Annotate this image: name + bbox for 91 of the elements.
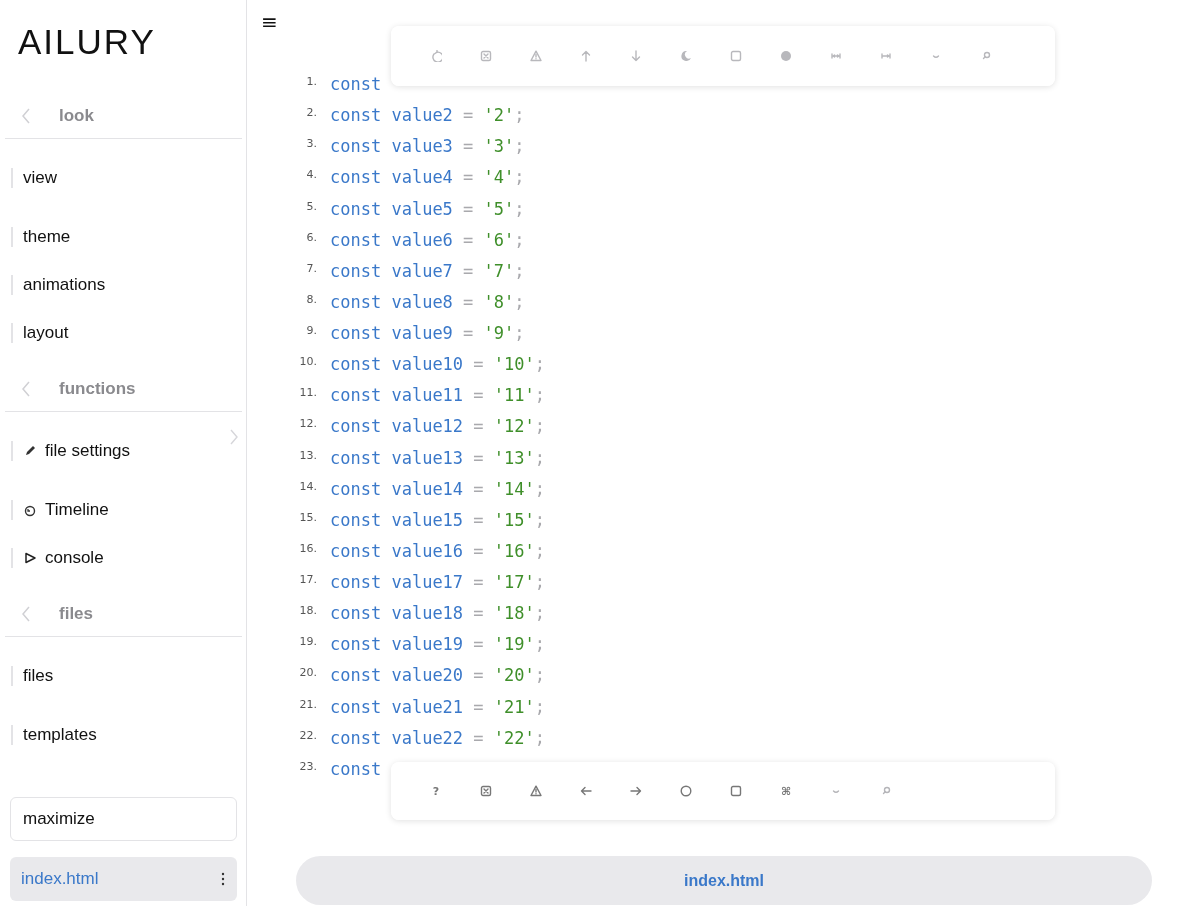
collapse-icon[interactable] bbox=[830, 50, 842, 62]
code-line: const value19 = '19'; bbox=[330, 633, 546, 657]
code-line: const bbox=[330, 757, 382, 781]
file-item[interactable]: index.html bbox=[10, 857, 237, 901]
line-number: 10. bbox=[298, 354, 317, 371]
square-icon[interactable] bbox=[730, 785, 742, 797]
code-line: const value10 = '10'; bbox=[330, 353, 546, 377]
line-number: 8. bbox=[305, 291, 317, 308]
dot-icon[interactable] bbox=[780, 50, 792, 62]
moon-icon[interactable] bbox=[680, 50, 692, 62]
line-number: 21. bbox=[298, 696, 317, 713]
search-icon[interactable] bbox=[880, 785, 892, 797]
arrow-up-icon[interactable] bbox=[580, 50, 592, 62]
code-line: const value18 = '18'; bbox=[330, 602, 546, 626]
warning-icon[interactable] bbox=[530, 785, 542, 797]
line-number: 2. bbox=[305, 105, 317, 122]
code-line: const value16 = '16'; bbox=[330, 539, 546, 563]
sidebar-item[interactable]: layout bbox=[23, 323, 69, 343]
line-number: 14. bbox=[298, 478, 317, 495]
square-icon[interactable] bbox=[730, 50, 742, 62]
sidebar-item[interactable]: animations bbox=[23, 275, 106, 295]
expand-icon[interactable] bbox=[880, 50, 892, 62]
line-number: 18. bbox=[298, 603, 317, 620]
app-title: AILURY bbox=[17, 21, 157, 63]
line-number: 20. bbox=[298, 665, 317, 682]
section-heading: functions bbox=[59, 379, 136, 399]
line-number: 6. bbox=[305, 229, 317, 246]
code-line: const value7 = '7'; bbox=[330, 259, 525, 283]
arrow-left-icon[interactable] bbox=[580, 785, 592, 797]
sidebar-item[interactable]: files bbox=[23, 666, 54, 686]
code-line: const value4 = '4'; bbox=[330, 166, 525, 190]
sidebar-item[interactable]: console bbox=[45, 548, 104, 568]
line-number: 22. bbox=[298, 727, 317, 744]
maximize-button[interactable]: maximize bbox=[10, 797, 237, 841]
close-icon[interactable] bbox=[480, 50, 492, 62]
line-number: 7. bbox=[305, 260, 317, 277]
code-line: const bbox=[330, 73, 382, 96]
play-icon bbox=[23, 551, 37, 565]
code-line: const value20 = '20'; bbox=[330, 664, 546, 688]
code-line: const value8 = '8'; bbox=[330, 290, 525, 314]
sidebar-item[interactable]: view bbox=[23, 168, 57, 188]
sidebar-item[interactable]: templates bbox=[23, 725, 97, 745]
line-number: 3. bbox=[305, 136, 317, 153]
section-heading: look bbox=[59, 106, 94, 126]
line-number: 4. bbox=[305, 167, 317, 184]
arrow-right-icon[interactable] bbox=[630, 785, 642, 797]
circle-icon[interactable] bbox=[680, 785, 692, 797]
line-number: 5. bbox=[305, 198, 317, 215]
code-line: const value9 = '9'; bbox=[330, 322, 525, 345]
code-line: const value13 = '13'; bbox=[330, 446, 546, 470]
undo-icon[interactable] bbox=[430, 50, 442, 62]
line-number: 1. bbox=[305, 74, 317, 90]
code-line: const value17 = '17'; bbox=[330, 571, 546, 594]
code-line: const value3 = '3'; bbox=[330, 135, 525, 159]
section-heading: files bbox=[59, 604, 94, 624]
sidebar-item[interactable]: Timeline bbox=[45, 500, 109, 520]
line-number: 16. bbox=[298, 540, 317, 557]
line-number: 13. bbox=[298, 447, 317, 464]
line-number: 15. bbox=[298, 509, 317, 526]
code-line: const value15 = '15'; bbox=[330, 508, 546, 532]
chevron-left-icon bbox=[20, 380, 32, 398]
line-number: 11. bbox=[298, 385, 317, 402]
file-name: index.html bbox=[21, 869, 99, 889]
line-number: 9. bbox=[305, 323, 317, 339]
file-tab[interactable]: index.html bbox=[296, 856, 1152, 905]
more-icon bbox=[221, 872, 225, 886]
code-line: const value11 = '11'; bbox=[330, 384, 546, 408]
code-line: const value5 = '5'; bbox=[330, 197, 525, 221]
chevron-left-icon bbox=[20, 107, 32, 125]
warning-icon[interactable] bbox=[530, 50, 542, 62]
search-icon[interactable] bbox=[980, 50, 992, 62]
code-line: const value6 = '6'; bbox=[330, 228, 525, 252]
line-number: 23. bbox=[298, 758, 317, 775]
code-line: const value21 = '21'; bbox=[330, 695, 546, 719]
arrow-down-icon[interactable] bbox=[630, 50, 642, 62]
code-line: const value14 = '14'; bbox=[330, 477, 546, 501]
code-line: const value2 = '2'; bbox=[330, 104, 525, 128]
chevron-left-icon bbox=[20, 605, 32, 623]
sidebar-item[interactable]: theme bbox=[23, 227, 71, 247]
menu-button[interactable]: ≡ bbox=[259, 10, 280, 34]
code-line: const value22 = '22'; bbox=[330, 726, 546, 750]
line-number: 17. bbox=[298, 572, 317, 588]
close-icon[interactable] bbox=[480, 785, 492, 797]
line-number: 19. bbox=[298, 634, 317, 651]
code-line: const value12 = '12'; bbox=[330, 415, 546, 439]
line-number: 12. bbox=[298, 416, 317, 433]
clock-icon bbox=[23, 503, 37, 517]
sidebar-item[interactable]: file settings bbox=[45, 441, 131, 461]
toolbar-button[interactable]: ? bbox=[421, 781, 451, 801]
toolbar-button[interactable]: ⌘ bbox=[771, 781, 801, 801]
pencil-icon bbox=[23, 444, 37, 458]
